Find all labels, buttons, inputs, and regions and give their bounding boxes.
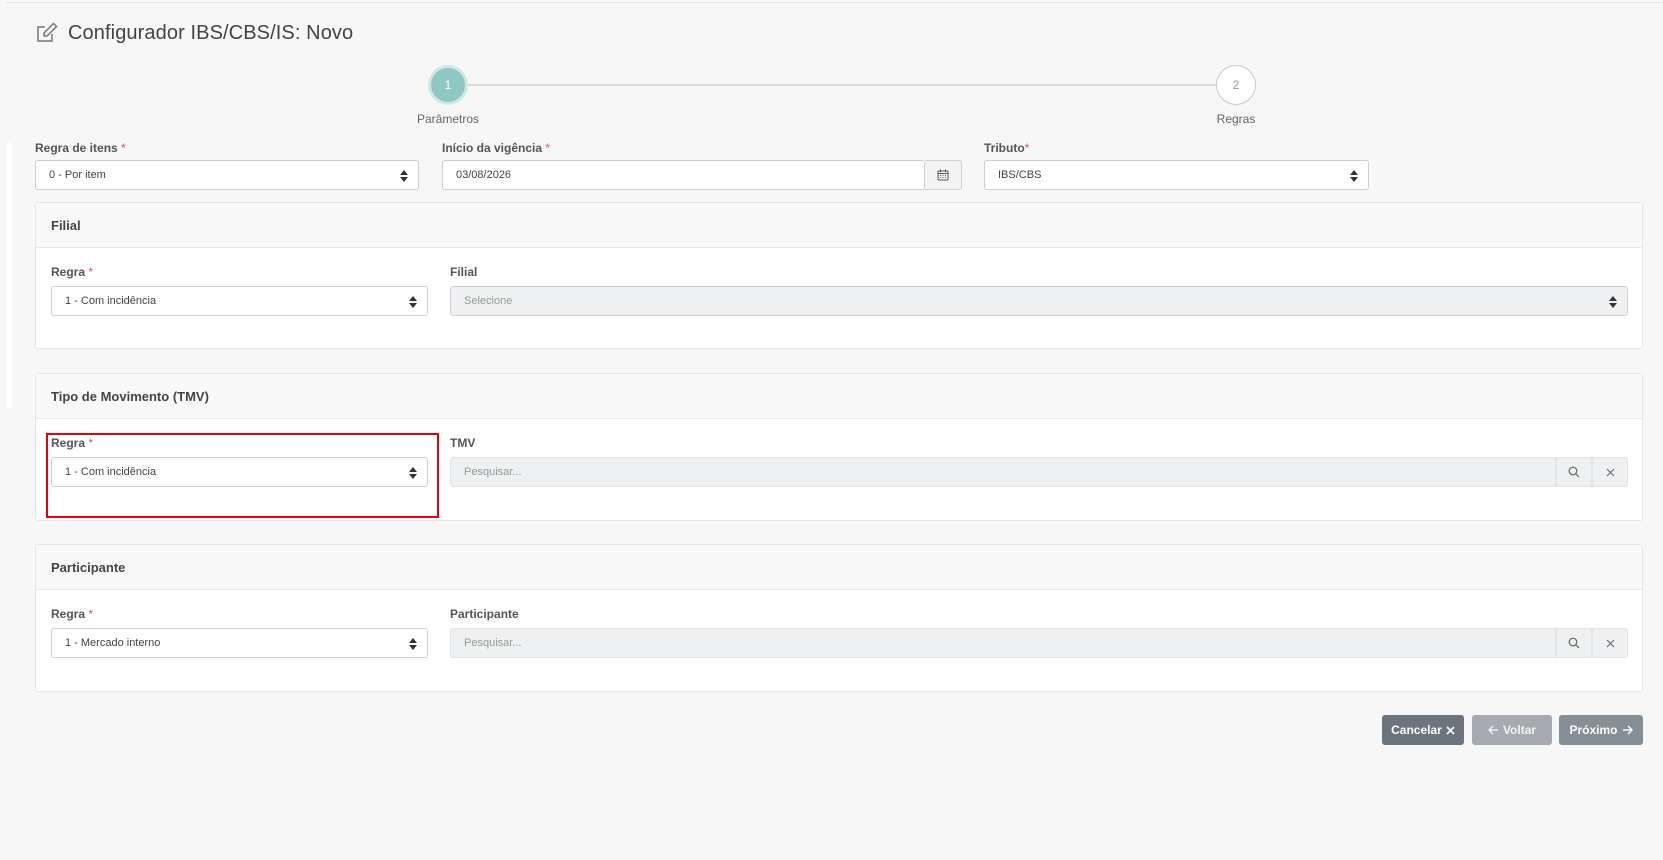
step-circle-2[interactable]: 2 [1216, 65, 1256, 105]
required-mark: * [545, 141, 551, 155]
sort-caret-icon [1609, 296, 1617, 308]
step-parametros[interactable]: 1 Parâmetros [398, 65, 498, 126]
filial-select[interactable]: Selecione [450, 286, 1628, 316]
tributo-select[interactable]: IBS/CBS [984, 160, 1369, 190]
search-icon [1568, 466, 1580, 478]
close-icon [1606, 468, 1614, 476]
step-label-parametros: Parâmetros [416, 112, 480, 126]
app-window: Configurador IBS/CBS/IS: Novo 1 Parâmetr… [6, 2, 1663, 852]
required-mark: * [88, 265, 94, 279]
filial-regra-label: Regra * [51, 265, 94, 279]
close-icon [1446, 725, 1455, 735]
left-edge-strip [6, 143, 12, 408]
tmv-card: Tipo de Movimento (TMV) Regra * 1 - Com … [35, 373, 1643, 521]
inicio-vigencia-input[interactable]: 03/08/2026 [442, 160, 925, 190]
participante-regra-select[interactable]: 1 - Mercado interno [51, 628, 428, 658]
sort-caret-icon [400, 170, 408, 182]
stepper: 1 Parâmetros 2 Regras [6, 65, 1663, 126]
participante-clear-button[interactable] [1592, 628, 1628, 658]
participante-label: Participante [450, 607, 519, 621]
required-mark: * [88, 436, 94, 450]
page-header: Configurador IBS/CBS/IS: Novo [35, 21, 353, 45]
sort-caret-icon [1350, 170, 1358, 182]
close-icon [1606, 639, 1614, 647]
tmv-clear-button[interactable] [1592, 457, 1628, 487]
filial-label: Filial [450, 265, 478, 279]
edit-icon [35, 21, 59, 45]
search-icon [1568, 637, 1580, 649]
participante-search-input[interactable]: Pesquisar... [450, 628, 1556, 658]
sort-caret-icon [409, 296, 417, 308]
filial-card-title: Filial [36, 203, 1642, 248]
cancel-button[interactable]: Cancelar [1382, 715, 1464, 745]
participante-card-title: Participante [36, 545, 1642, 590]
required-mark: * [1024, 141, 1030, 155]
arrow-right-icon [1622, 725, 1633, 735]
required-mark: * [121, 141, 126, 155]
calendar-button[interactable] [925, 160, 962, 190]
back-button[interactable]: Voltar [1472, 715, 1552, 745]
filial-card: Filial Regra * 1 - Com incidência Filial… [35, 202, 1643, 349]
tmv-card-title: Tipo de Movimento (TMV) [36, 374, 1642, 419]
participante-search-button[interactable] [1556, 628, 1592, 658]
page-title: Configurador IBS/CBS/IS: Novo [68, 21, 354, 44]
arrow-left-icon [1487, 725, 1498, 735]
participante-regra-label: Regra * [51, 607, 94, 621]
tmv-regra-label: Regra * [51, 436, 94, 450]
sort-caret-icon [409, 638, 417, 650]
step-label-regras: Regras [1216, 112, 1256, 126]
tmv-search-button[interactable] [1556, 457, 1592, 487]
tmv-regra-select[interactable]: 1 - Com incidência [51, 457, 428, 487]
participante-card: Participante Regra * 1 - Mercado interno… [35, 544, 1643, 692]
required-mark: * [88, 607, 94, 621]
calendar-icon [937, 169, 949, 181]
regra-itens-label: Regra de itens * [35, 141, 126, 155]
next-button[interactable]: Próximo [1559, 715, 1643, 745]
tmv-label: TMV [450, 436, 476, 450]
inicio-vigencia-label: Início da vigência * [442, 141, 551, 155]
sort-caret-icon [409, 467, 417, 479]
tributo-label: Tributo* [984, 141, 1030, 155]
step-regras[interactable]: 2 Regras [1186, 65, 1286, 126]
regra-itens-select[interactable]: 0 - Por item [35, 160, 419, 190]
step-circle-1[interactable]: 1 [428, 65, 468, 105]
filial-regra-select[interactable]: 1 - Com incidência [51, 286, 428, 316]
stepper-line [448, 84, 1236, 86]
tmv-search-input[interactable]: Pesquisar... [450, 457, 1556, 487]
